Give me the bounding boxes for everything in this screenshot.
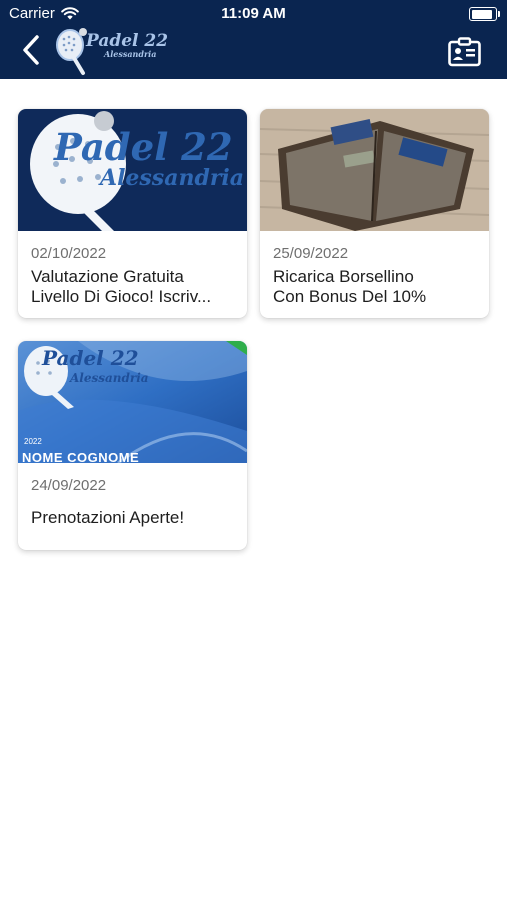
image-title: Padel 22 — [54, 125, 233, 169]
back-chevron-icon[interactable] — [18, 32, 46, 68]
logo-subtitle: Alessandria — [104, 49, 157, 59]
navigation-bar: Carrier 11:09 AM Padel 22 Alessandria — [0, 0, 507, 79]
battery-icon — [469, 7, 500, 21]
news-title: Valutazione Gratuita Livello Di Gioco! I… — [31, 267, 239, 307]
battery-level — [471, 9, 492, 19]
news-date: 24/09/2022 — [31, 477, 107, 494]
news-title: Ricarica Borsellino Con Bonus Del 10% — [273, 267, 481, 307]
image-subtitle: Alessandria — [100, 165, 245, 191]
news-date: 25/09/2022 — [273, 245, 349, 262]
news-title-line: Ricarica Borsellino — [273, 267, 414, 286]
club-logo: Padel 22 Alessandria — [52, 27, 168, 77]
status-time: 11:09 AM — [221, 5, 286, 22]
news-date: 02/10/2022 — [31, 245, 107, 262]
image-subtitle: Alessandria — [70, 371, 149, 385]
news-card[interactable]: 25/09/2022 Ricarica Borsellino Con Bonus… — [260, 109, 489, 318]
wallet-photo — [260, 109, 489, 231]
news-title-line: Con Bonus Del 10% — [273, 287, 427, 306]
news-title: Prenotazioni Aperte! — [31, 508, 239, 528]
news-image-wallet-photo — [260, 109, 489, 231]
card-year: 2022 — [24, 437, 42, 446]
card-name-label: NOME COGNOME — [22, 450, 140, 463]
news-image-padel-logo: Padel 22 Alessandria — [18, 109, 247, 231]
news-title-line: Livello Di Gioco! Iscriv... — [31, 287, 212, 306]
image-title: Padel 22 — [42, 346, 139, 370]
membership-card-icon[interactable] — [448, 37, 481, 67]
news-card[interactable]: Padel 22 Alessandria 2022 NOME COGNOME 2… — [18, 341, 247, 550]
news-title-line: Prenotazioni Aperte! — [31, 508, 185, 527]
news-title-line: Valutazione Gratuita — [31, 267, 184, 286]
logo-title: Padel 22 — [86, 31, 169, 51]
news-card[interactable]: Padel 22 Alessandria 02/10/2022 Valutazi… — [18, 109, 247, 318]
news-image-membership-card: Padel 22 Alessandria 2022 NOME COGNOME — [18, 341, 247, 463]
